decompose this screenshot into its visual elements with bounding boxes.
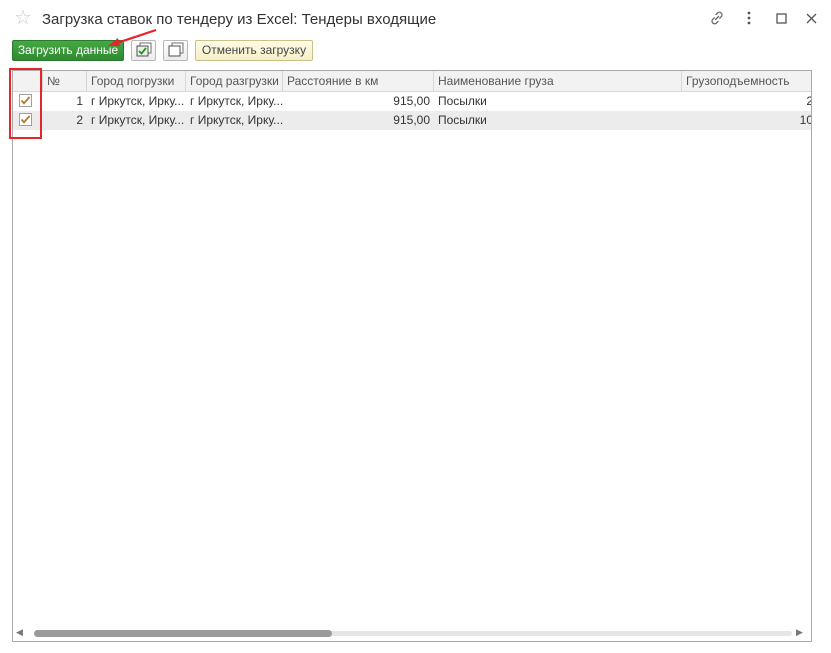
row-loading-city: г Иркутск, Ирку...	[91, 113, 185, 127]
link-icon[interactable]	[707, 8, 727, 28]
close-icon[interactable]	[801, 8, 821, 28]
row-number: 1	[76, 94, 83, 108]
row-distance: 915,00	[393, 113, 430, 127]
row-checkbox[interactable]	[19, 94, 32, 107]
header-capacity[interactable]: Грузоподъемность	[682, 71, 811, 91]
more-icon[interactable]	[739, 8, 759, 28]
row-capacity: 2	[682, 92, 811, 111]
table-row[interactable]: 2 г Иркутск, Ирку... г Иркутск, Ирку... …	[13, 111, 811, 130]
header-distance[interactable]: Расстояние в км	[283, 71, 434, 91]
row-cargo-name: Посылки	[438, 113, 487, 127]
row-capacity: 10	[799, 113, 812, 127]
header-loading-city[interactable]: Город погрузки	[87, 71, 186, 91]
uncheck-all-icon	[168, 42, 184, 60]
row-unloading-city: г Иркутск, Ирку...	[190, 94, 283, 108]
row-number: 2	[76, 113, 83, 127]
uncheck-all-button[interactable]	[163, 40, 188, 61]
annotation-arrow	[108, 28, 157, 46]
row-loading-city: г Иркутск, Ирку...	[91, 94, 185, 108]
header-cargo-name[interactable]: Наименование груза	[434, 71, 682, 91]
table-row[interactable]: 1 г Иркутск, Ирку... г Иркутск, Ирку... …	[13, 92, 811, 111]
row-checkbox[interactable]	[19, 113, 32, 126]
scroll-left-icon[interactable]: ◀	[16, 627, 23, 638]
scroll-thumb[interactable]	[34, 630, 332, 637]
header-check-column	[13, 71, 43, 91]
table-header: № Город погрузки Город разгрузки Расстоя…	[13, 71, 811, 92]
header-unloading-city[interactable]: Город разгрузки	[186, 71, 283, 91]
row-cargo-name: Посылки	[438, 94, 487, 108]
maximize-icon[interactable]	[771, 8, 791, 28]
row-distance: 915,00	[393, 94, 430, 108]
header-number[interactable]: №	[43, 71, 87, 91]
horizontal-scrollbar[interactable]: ◀ ▶	[12, 626, 812, 640]
star-icon[interactable]: ☆	[14, 8, 32, 28]
scroll-right-icon[interactable]: ▶	[796, 627, 803, 638]
row-unloading-city: г Иркутск, Ирку...	[190, 113, 283, 127]
cancel-load-button[interactable]: Отменить загрузку	[195, 40, 313, 61]
data-table: № Город погрузки Город разгрузки Расстоя…	[12, 70, 812, 642]
